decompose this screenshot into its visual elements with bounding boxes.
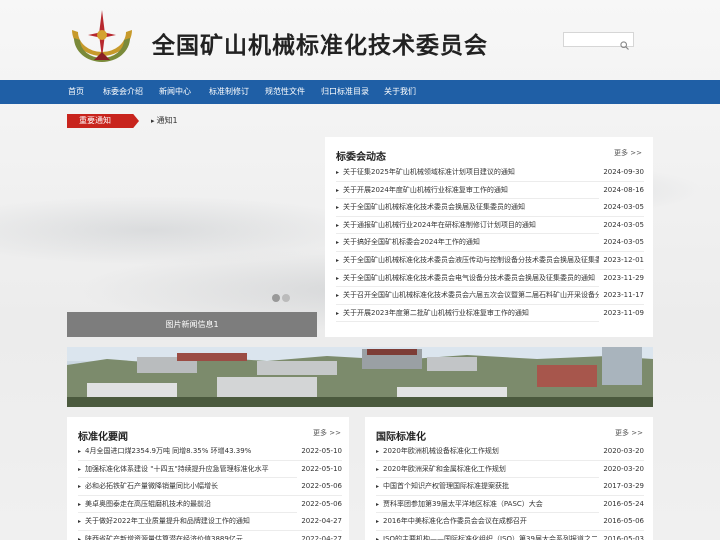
news-date: 2022-04-27 xyxy=(297,513,342,531)
news-date: 2024-03-05 xyxy=(599,199,644,217)
news-item[interactable]: 2020年欧洲采矿和金属标准化工作规划2020-03-20 xyxy=(376,460,644,479)
news-date: 2024-03-05 xyxy=(599,216,644,234)
news-date: 2023-12-01 xyxy=(599,251,644,269)
important-notice-bar: 重要通知 通知1 xyxy=(67,113,653,129)
site-title: 全国矿山机械标准化技术委员会 xyxy=(152,33,488,59)
news-title[interactable]: 关于开展2024年度矿山机械行业标准复审工作的通知 xyxy=(336,182,644,199)
more-link[interactable]: 更多 >> xyxy=(614,148,642,158)
news-date: 2017-03-29 xyxy=(599,478,644,496)
international-news-list: 2020年欧洲机械设备标准化工作规划2020-03-202020年欧洲采矿和金属… xyxy=(376,443,644,540)
news-title[interactable]: 关于搞好全国矿机标委会2024年工作的通知 xyxy=(336,234,644,251)
news-date: 2022-05-06 xyxy=(297,495,342,513)
nav-list: 首页 标委会介绍 新闻中心 标准制修订 规范性文件 归口标准目录 关于我们 xyxy=(68,80,429,104)
news-title[interactable]: 关于征集2025年矿山机械领域标准计划项目建议的通知 xyxy=(336,164,644,181)
more-link[interactable]: 更多 >> xyxy=(313,428,341,438)
news-item[interactable]: 关于开展2024年度矿山机械行业标准复审工作的通知2024-08-16 xyxy=(336,181,644,200)
news-title[interactable]: 关于开展2023年度第二批矿山机械行业标准复审工作的通知 xyxy=(336,305,644,322)
news-date: 2022-04-27 xyxy=(297,530,342,540)
news-item[interactable]: 关于全国矿山机械标准化技术委员会换届及征集委员的通知2024-03-05 xyxy=(336,199,644,217)
notice-tag: 重要通知 xyxy=(67,114,139,128)
search-input[interactable] xyxy=(564,38,618,52)
news-title[interactable]: 关于全国矿山机械标准化技术委员会换届及征集委员的通知 xyxy=(336,199,644,216)
news-item[interactable]: 关于全国矿山机械标准化技术委员会液压传动与控制设备分技术委员会换届及征集委员的通… xyxy=(336,251,644,270)
news-item[interactable]: 关于做好2022年工业质量提升和品牌建设工作的通知2022-04-27 xyxy=(78,513,342,531)
panel-title: 标委会动态 xyxy=(336,152,386,163)
news-date: 2022-05-10 xyxy=(297,460,342,478)
news-date: 2020-03-20 xyxy=(599,460,644,478)
banner-image xyxy=(67,347,653,407)
main-nav: 首页 标委会介绍 新闻中心 标准制修订 规范性文件 归口标准目录 关于我们 xyxy=(0,80,720,104)
nav-item-home[interactable]: 首页 xyxy=(68,80,103,104)
nav-item-about-committee[interactable]: 标委会介绍 xyxy=(103,80,159,104)
news-item[interactable]: 关于召开全国矿山机械标准化技术委员会六届五次会议暨第二届石料矿山开采设备分技术委… xyxy=(336,287,644,305)
news-item[interactable]: 2020年欧洲机械设备标准化工作规划2020-03-20 xyxy=(376,443,644,461)
news-item[interactable]: 关于全国矿山机械标准化技术委员会电气设备分技术委员会换届及征集委员的通知2023… xyxy=(336,269,644,288)
nav-item-standards-revision[interactable]: 标准制修订 xyxy=(209,80,265,104)
news-date: 2024-09-30 xyxy=(599,164,644,181)
slider-dot[interactable] xyxy=(272,294,280,302)
image-news-slider: 图片新闻信息1 xyxy=(67,137,317,337)
news-date: 2020-03-20 xyxy=(599,443,644,460)
news-title[interactable]: 关于全国矿山机械标准化技术委员会液压传动与控制设备分技术委员会换届及征集委员的通… xyxy=(336,252,644,269)
news-item[interactable]: 关于征集2025年矿山机械领域标准计划项目建议的通知2024-09-30 xyxy=(336,164,644,182)
news-item[interactable]: 关于通报矿山机械行业2024年在研标准制修订计划项目的通知2024-03-05 xyxy=(336,216,644,235)
committee-news-panel: 标委会动态 更多 >> 关于征集2025年矿山机械领域标准计划项目建议的通知20… xyxy=(325,137,653,337)
news-date: 2016-05-24 xyxy=(599,495,644,513)
news-title[interactable]: 关于召开全国矿山机械标准化技术委员会六届五次会议暨第二届石料矿山开采设备分技术委… xyxy=(336,287,644,304)
news-date: 2023-11-17 xyxy=(599,287,644,305)
slider-caption[interactable]: 图片新闻信息1 xyxy=(67,312,317,337)
news-item[interactable]: 4月全国进口煤2354.9万吨 同增8.35% 环增43.39%2022-05-… xyxy=(78,443,342,461)
site-logo[interactable] xyxy=(66,8,138,66)
news-date: 2023-11-29 xyxy=(599,269,644,287)
more-link[interactable]: 更多 >> xyxy=(615,428,643,438)
news-item[interactable]: 必和必拓铁矿石产量微降销量同比小幅增长2022-05-06 xyxy=(78,478,342,496)
news-date: 2024-08-16 xyxy=(599,181,644,199)
news-item[interactable]: 关于开展2023年度第二批矿山机械行业标准复审工作的通知2023-11-09 xyxy=(336,304,644,323)
news-date: 2022-05-06 xyxy=(297,478,342,496)
news-date: 2022-05-10 xyxy=(297,443,342,460)
standardization-news-panel: 标准化要闻 更多 >> 4月全国进口煤2354.9万吨 同增8.35% 环增43… xyxy=(67,417,349,540)
panel-title: 标准化要闻 xyxy=(78,432,128,443)
slider-dot[interactable] xyxy=(282,294,290,302)
slider-dots xyxy=(272,294,290,302)
nav-item-news[interactable]: 新闻中心 xyxy=(159,80,209,104)
news-date: 2024-03-05 xyxy=(599,234,644,252)
nav-item-standards-catalog[interactable]: 归口标准目录 xyxy=(321,80,384,104)
news-item[interactable]: 加强标准化体系建设 "十四五"持续提升应急管理标准化水平2022-05-10 xyxy=(78,460,342,479)
nav-item-about-us[interactable]: 关于我们 xyxy=(384,80,429,104)
news-date: 2023-11-09 xyxy=(599,304,644,322)
news-title[interactable]: 关于全国矿山机械标准化技术委员会电气设备分技术委员会换届及征集委员的通知 xyxy=(336,270,644,287)
search-box xyxy=(563,32,634,52)
international-news-panel: 国际标准化 更多 >> 2020年欧洲机械设备标准化工作规划2020-03-20… xyxy=(365,417,653,540)
news-item[interactable]: 美卓奥图泰走在高压辊磨机技术的最前沿2022-05-06 xyxy=(78,495,342,514)
news-item[interactable]: 关于搞好全国矿机标委会2024年工作的通知2024-03-05 xyxy=(336,234,644,252)
news-item[interactable]: 2016年中美标准化合作委员会会议在成都召开2016-05-06 xyxy=(376,513,644,531)
news-item[interactable]: ISO的主要机构——国际标准化组织（ISO）第39届大会系列报道之二2016-0… xyxy=(376,530,644,540)
site-header: 全国矿山机械标准化技术委员会 xyxy=(0,0,720,80)
news-date: 2016-05-03 xyxy=(599,530,644,540)
news-title[interactable]: 关于通报矿山机械行业2024年在研标准制修订计划项目的通知 xyxy=(336,217,644,234)
notice-item[interactable]: 通知1 xyxy=(151,114,178,128)
nav-item-normative-documents[interactable]: 规范性文件 xyxy=(265,80,321,104)
standardization-news-list: 4月全国进口煤2354.9万吨 同增8.35% 环增43.39%2022-05-… xyxy=(78,443,342,540)
news-item[interactable]: 贾科率团参加第39届太平洋地区标准（PASC）大会2016-05-24 xyxy=(376,495,644,514)
news-date: 2016-05-06 xyxy=(599,513,644,531)
news-item[interactable]: 中国首个知识产权管理国际标准提案获批2017-03-29 xyxy=(376,478,644,496)
committee-news-list: 关于征集2025年矿山机械领域标准计划项目建议的通知2024-09-30关于开展… xyxy=(336,164,644,323)
panel-title: 国际标准化 xyxy=(376,432,426,443)
search-icon[interactable] xyxy=(620,35,629,50)
news-item[interactable]: 陕西省矿产新增资源量估算潜在经济价值3889亿元2022-04-27 xyxy=(78,530,342,540)
